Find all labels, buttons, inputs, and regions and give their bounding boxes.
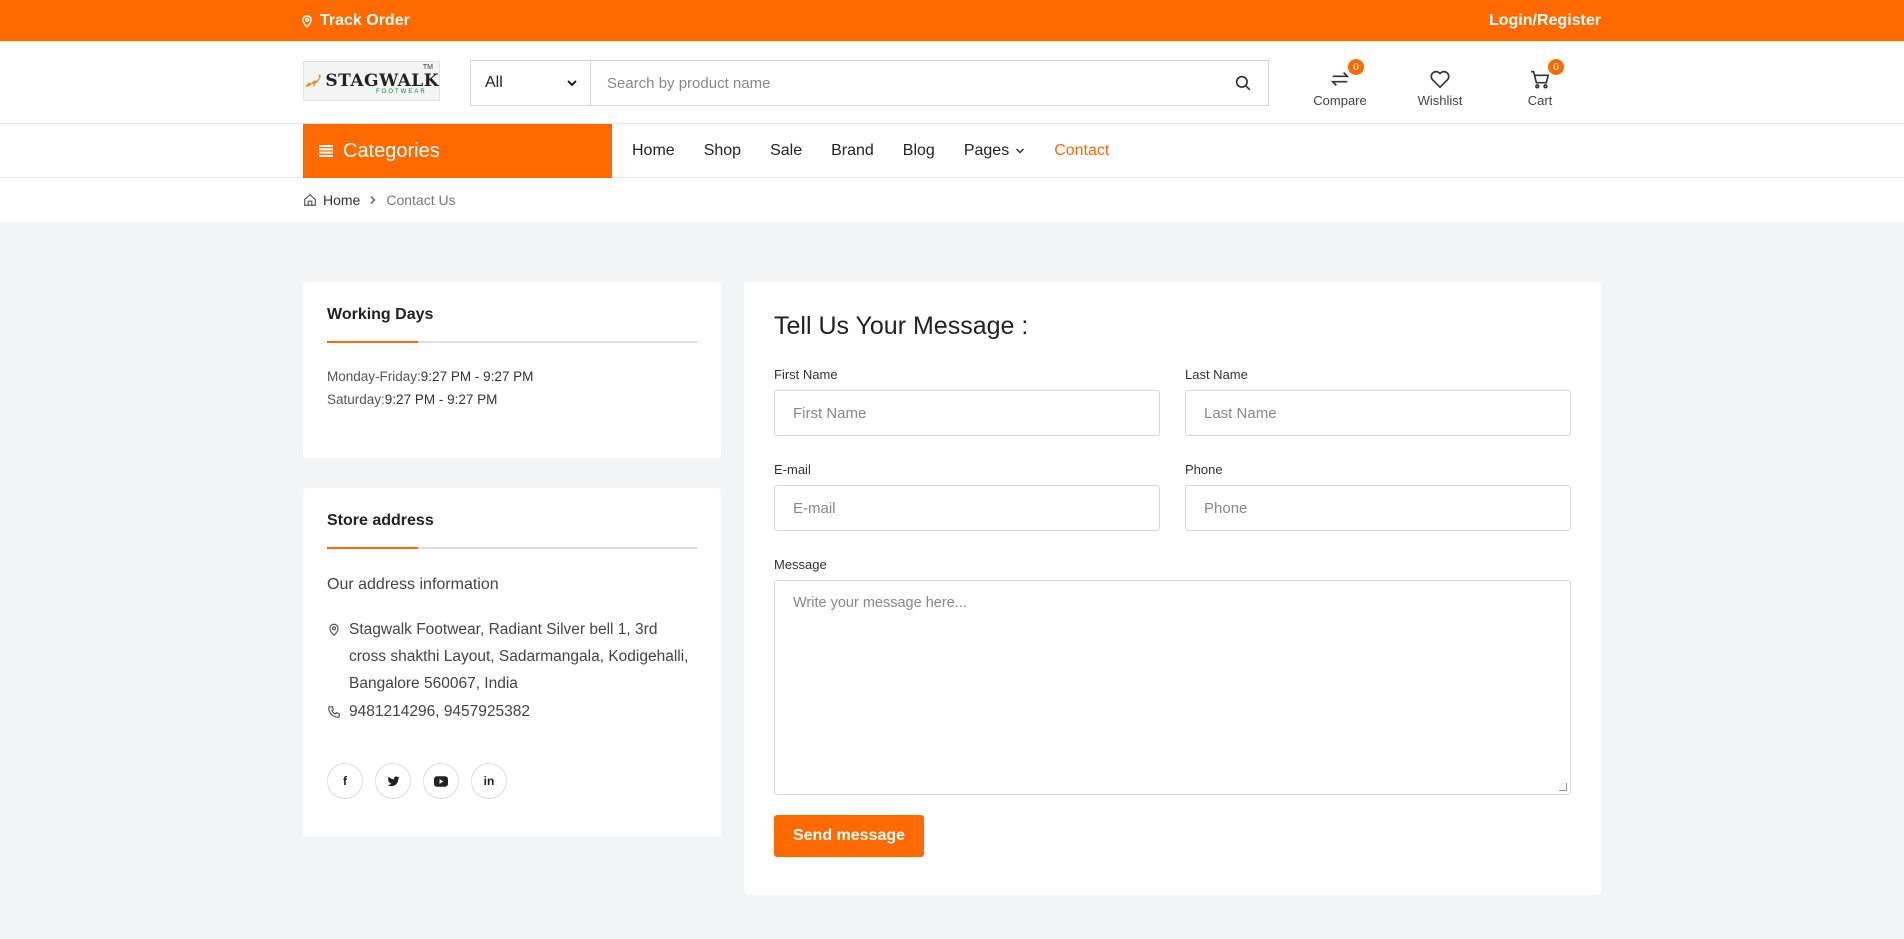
category-select[interactable]: All	[471, 61, 591, 105]
search-button[interactable]	[1218, 61, 1268, 105]
send-message-button[interactable]: Send message	[774, 815, 924, 857]
message-label: Message	[774, 557, 827, 572]
home-icon	[304, 193, 316, 206]
first-name-field[interactable]: First Name	[774, 390, 1160, 436]
cart-icon	[1530, 70, 1550, 89]
message-placeholder: Write your message here...	[793, 595, 967, 611]
youtube-icon	[434, 775, 448, 787]
chevron-down-icon	[1016, 148, 1025, 154]
cart-count-badge: 0	[1548, 59, 1564, 75]
title-divider	[327, 547, 697, 549]
logo-text: STAGWALK	[325, 71, 439, 91]
nav-item-blog[interactable]: Blog	[903, 142, 935, 160]
nav-item-shop[interactable]: Shop	[704, 142, 741, 160]
top-bar: Track Order Login/Register	[0, 0, 1904, 41]
nav-item-contact[interactable]: Contact	[1054, 142, 1109, 160]
phone-label: Phone	[1185, 462, 1223, 477]
form-title: Tell Us Your Message :	[774, 312, 1029, 340]
contact-form-card: Tell Us Your Message : First Name First …	[744, 282, 1601, 895]
linkedin-icon: in	[483, 774, 495, 788]
address-subtitle: Our address information	[327, 576, 499, 593]
day-label: Saturday:	[327, 392, 385, 407]
address-text: Stagwalk Footwear, Radiant Silver bell 1…	[349, 621, 689, 692]
working-hours-line: Monday-Friday:9:27 PM - 9:27 PM	[327, 365, 697, 388]
nav-item-sale[interactable]: Sale	[770, 142, 802, 160]
phone-row: 9481214296, 9457925382	[327, 703, 697, 721]
chevron-down-icon	[567, 80, 577, 87]
category-select-value: All	[485, 74, 503, 91]
phone-field[interactable]: Phone	[1185, 485, 1571, 531]
email-field[interactable]: E-mail	[774, 485, 1160, 531]
location-pin-icon	[302, 14, 312, 28]
phone-text: 9481214296, 9457925382	[349, 703, 531, 720]
location-pin-icon	[329, 623, 339, 637]
message-textarea[interactable]: Write your message here...	[774, 580, 1571, 795]
address-row: Stagwalk Footwear, Radiant Silver bell 1…	[327, 616, 697, 697]
time-value: 9:27 PM - 9:27 PM	[384, 392, 498, 407]
track-order-label: Track Order	[320, 11, 410, 29]
cart-button[interactable]: 0 Cart	[1500, 59, 1580, 108]
track-order-link[interactable]: Track Order	[300, 12, 410, 30]
first-name-label: First Name	[774, 367, 838, 382]
categories-label: Categories	[343, 139, 440, 162]
day-label: Monday-Friday:	[327, 369, 421, 384]
twitter-button[interactable]	[375, 763, 411, 799]
search-icon	[1235, 75, 1251, 91]
nav-item-pages[interactable]: Pages	[964, 142, 1025, 160]
cart-label: Cart	[1527, 93, 1553, 108]
header: STAGWALK FOOTWEAR TM All Search by produ…	[0, 41, 1904, 124]
last-name-field[interactable]: Last Name	[1185, 390, 1571, 436]
social-links: f in	[327, 763, 697, 799]
deer-logo-icon	[305, 74, 321, 87]
categories-button[interactable]: Categories	[303, 124, 612, 178]
working-days-card: Working Days Monday-Friday:9:27 PM - 9:2…	[303, 282, 721, 458]
breadcrumb-home-label: Home	[323, 192, 361, 208]
facebook-icon: f	[343, 774, 347, 788]
site-logo[interactable]: STAGWALK FOOTWEAR TM	[303, 61, 440, 101]
logo-subtext: FOOTWEAR	[376, 89, 427, 95]
last-name-label: Last Name	[1185, 367, 1248, 382]
store-address-card: Store address Our address information St…	[303, 488, 721, 837]
twitter-icon	[387, 776, 399, 787]
compare-button[interactable]: 0 Compare	[1300, 59, 1380, 108]
compare-count-badge: 0	[1348, 59, 1364, 75]
breadcrumb-home-link[interactable]: Home	[303, 192, 360, 208]
search-bar: All Search by product name	[470, 60, 1269, 106]
login-register-link[interactable]: Login/Register	[1489, 12, 1601, 30]
working-days-title: Working Days	[327, 306, 434, 323]
title-divider	[327, 341, 697, 343]
linkedin-button[interactable]: in	[471, 763, 507, 799]
time-value: 9:27 PM - 9:27 PM	[420, 369, 534, 384]
facebook-button[interactable]: f	[327, 763, 363, 799]
resize-handle-icon[interactable]	[1559, 783, 1567, 791]
compare-label: Compare	[1313, 93, 1367, 108]
store-address-title: Store address	[327, 512, 434, 529]
breadcrumb: Home Contact Us	[0, 178, 1904, 222]
breadcrumb-current: Contact Us	[386, 192, 456, 208]
compare-arrows-icon	[1330, 72, 1350, 86]
main-nav: Categories Home Shop Sale Brand Blog Pag…	[0, 124, 1904, 178]
menu-lines-icon	[319, 145, 333, 157]
email-label: E-mail	[774, 462, 811, 477]
wishlist-label: Wishlist	[1417, 93, 1463, 108]
nav-item-home[interactable]: Home	[632, 142, 675, 160]
logo-trademark: TM	[422, 64, 433, 71]
nav-menu: Home Shop Sale Brand Blog Pages Contact	[632, 124, 1138, 178]
youtube-button[interactable]	[423, 763, 459, 799]
wishlist-button[interactable]: Wishlist	[1400, 59, 1480, 108]
working-hours-line: Saturday:9:27 PM - 9:27 PM	[327, 388, 697, 411]
nav-item-brand[interactable]: Brand	[831, 142, 874, 160]
nav-item-pages-label: Pages	[963, 142, 1010, 159]
chevron-right-icon	[370, 195, 376, 205]
phone-icon	[328, 706, 340, 718]
search-input[interactable]: Search by product name	[591, 61, 1218, 105]
heart-icon	[1430, 70, 1450, 89]
